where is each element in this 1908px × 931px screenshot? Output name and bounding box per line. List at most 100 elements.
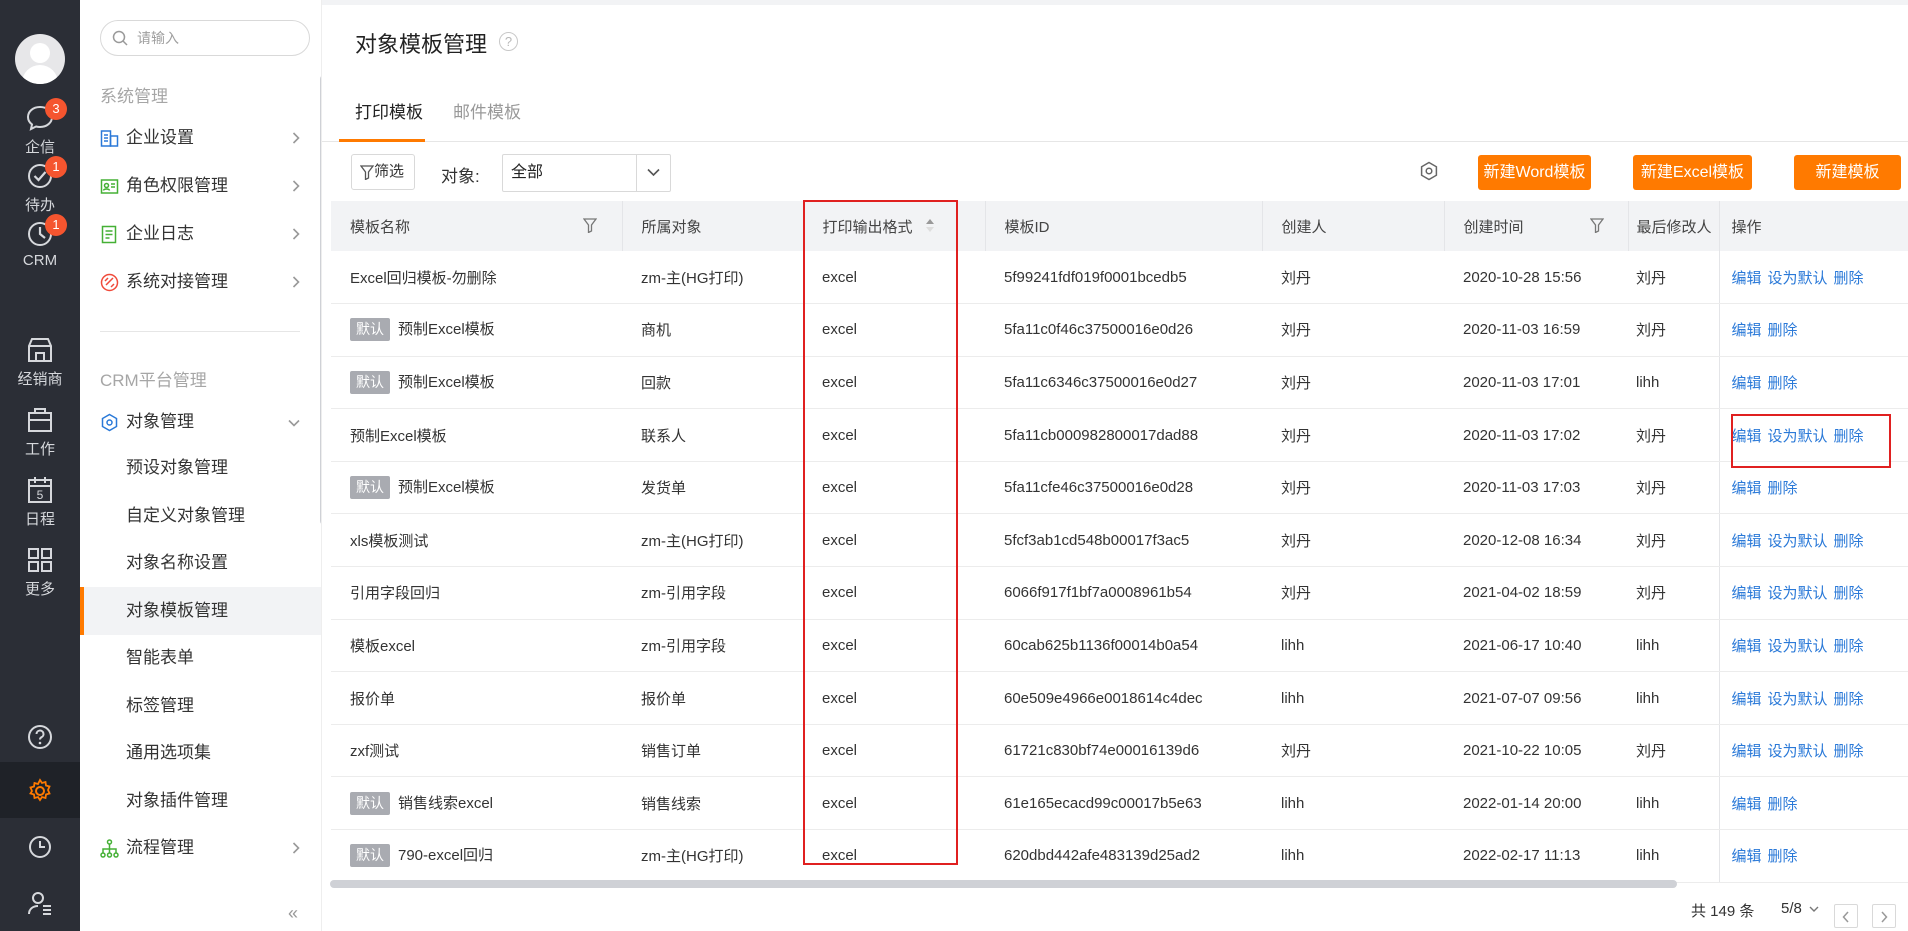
rail-item-todo[interactable]: 1 待办: [0, 156, 80, 224]
filter-icon[interactable]: [583, 218, 597, 233]
nav-item-object-management[interactable]: 对象管理: [100, 410, 300, 434]
table-row[interactable]: 默认 预制Excel模板 商机 excel 5fa11c0f46c37500016e0d…: [331, 303, 1908, 357]
nav-item-flow-management[interactable]: 流程管理: [100, 836, 300, 860]
edit-link[interactable]: 编辑: [1732, 743, 1762, 760]
collapse-nav-button[interactable]: «: [288, 903, 298, 924]
next-page-button[interactable]: [1872, 904, 1896, 928]
table-row[interactable]: 模板excel zm-引用字段 excel 60cab625b1136f00014b0…: [331, 619, 1908, 673]
rail-item-more[interactable]: 更多: [0, 546, 80, 608]
nav-search-input[interactable]: 请输入: [100, 20, 310, 56]
rail-item-work[interactable]: 工作: [0, 406, 80, 468]
set-default-link[interactable]: 设为默认: [1768, 638, 1828, 655]
cell-object: 联系人: [622, 408, 803, 462]
cell-created-time: 2020-10-28 15:56: [1444, 251, 1628, 305]
table-row[interactable]: zxf测试 销售订单 excel 61721c830bf74e00016139d6 刘丹…: [331, 724, 1908, 778]
table-row[interactable]: xls模板测试 zm-主(HG打印) excel 5fcf3ab1cd548b0001…: [331, 513, 1908, 568]
nav-item-enterprise-log[interactable]: 企业日志: [100, 222, 300, 246]
table-row[interactable]: 默认 销售线索excel 销售线索 excel 61e165ecacd99c00017b…: [331, 776, 1908, 831]
edit-link[interactable]: 编辑: [1732, 322, 1762, 339]
delete-link[interactable]: 删除: [1768, 480, 1798, 497]
table-row[interactable]: 引用字段回归 zm-引用字段 excel 6066f917f1bf7a0008961b…: [331, 566, 1908, 620]
edit-link[interactable]: 编辑: [1732, 270, 1762, 287]
edit-link[interactable]: 编辑: [1732, 375, 1762, 392]
nav-sub-tags[interactable]: 标签管理: [80, 682, 321, 730]
cell-creator: 刘丹: [1262, 408, 1444, 462]
horizontal-scrollbar[interactable]: [330, 880, 1677, 888]
column-settings-icon[interactable]: [1419, 161, 1439, 181]
template-name: 模板excel: [350, 637, 416, 655]
nav-item-enterprise-settings[interactable]: 企业设置: [100, 126, 300, 150]
delete-link[interactable]: 删除: [1768, 796, 1798, 813]
cell-actions: 编辑 设为默认 删除: [1718, 566, 1908, 620]
default-tag: 默认: [350, 476, 390, 500]
help-button[interactable]: [0, 708, 80, 764]
edit-link[interactable]: 编辑: [1732, 691, 1762, 708]
previous-page-button[interactable]: [1834, 904, 1858, 928]
set-default-link[interactable]: 设为默认: [1768, 270, 1828, 287]
delete-link[interactable]: 删除: [1768, 375, 1798, 392]
edit-link[interactable]: 编辑: [1732, 480, 1762, 497]
tab-print-templates[interactable]: 打印模板: [355, 98, 423, 123]
rail-item-chat[interactable]: 3 企信: [0, 98, 80, 166]
new-template-button[interactable]: 新建模板: [1794, 155, 1901, 190]
edit-link[interactable]: 编辑: [1732, 585, 1762, 602]
nav-item-role-permissions[interactable]: 角色权限管理: [100, 174, 300, 198]
column-header-actions: 操作: [1718, 201, 1908, 251]
nav-sub-preset-objects[interactable]: 预设对象管理: [80, 444, 321, 492]
nav-sub-object-plugins[interactable]: 对象插件管理: [80, 777, 321, 825]
delete-link[interactable]: 删除: [1834, 270, 1864, 287]
cell-created-time: 2022-02-17 11:13: [1444, 829, 1628, 883]
nav-sub-object-names[interactable]: 对象名称设置: [80, 539, 321, 587]
nav-sub-smart-forms[interactable]: 智能表单: [80, 634, 321, 682]
table-header: 模板名称 所属对象 打印输出格式 模板ID 创建人 创建时间 最后修改人 操作: [331, 201, 1908, 251]
table-row[interactable]: 预制Excel模板 联系人 excel 5fa11cb000982800017dad8…: [331, 408, 1908, 462]
set-default-link[interactable]: 设为默认: [1768, 743, 1828, 760]
edit-link[interactable]: 编辑: [1732, 638, 1762, 655]
table-row[interactable]: Excel回归模板-勿删除 zm-主(HG打印) excel 5f99241fdf01…: [331, 251, 1908, 305]
nav-item-system-integration[interactable]: 系统对接管理: [100, 270, 300, 294]
delete-link[interactable]: 删除: [1768, 848, 1798, 865]
user-settings-button[interactable]: [0, 874, 80, 930]
table-row[interactable]: 报价单 报价单 excel 60e509e4966e0018614c4dec lihh 2…: [331, 671, 1908, 725]
delete-link[interactable]: 删除: [1834, 533, 1864, 550]
delete-link[interactable]: 删除: [1834, 638, 1864, 655]
history-button[interactable]: [0, 818, 80, 874]
filter-icon[interactable]: [1589, 218, 1604, 233]
cell-last-modifier: 刘丹: [1628, 303, 1719, 357]
rail-item-calendar[interactable]: 5 日程: [0, 476, 80, 538]
search-placeholder: 请输入: [137, 30, 179, 46]
cell-object: 回款: [622, 356, 803, 410]
new-word-template-button[interactable]: 新建Word模板: [1478, 155, 1591, 190]
delete-link[interactable]: 删除: [1834, 691, 1864, 708]
edit-link[interactable]: 编辑: [1732, 533, 1762, 550]
pagination-page-select[interactable]: 5/8: [1781, 900, 1819, 917]
unread-badge: 3: [45, 98, 67, 120]
help-icon[interactable]: ?: [499, 32, 518, 51]
nav-sub-object-templates[interactable]: 对象模板管理: [80, 587, 321, 635]
rail-item-crm[interactable]: 1 CRM: [0, 214, 80, 282]
avatar[interactable]: [15, 34, 65, 84]
filter-button[interactable]: 筛选: [351, 154, 415, 190]
set-default-link[interactable]: 设为默认: [1768, 691, 1828, 708]
new-excel-template-button[interactable]: 新建Excel模板: [1633, 155, 1752, 190]
table-row[interactable]: 默认 790-excel回归 zm-主(HG打印) excel 620dbd442afe…: [331, 829, 1908, 883]
rail-item-dealer[interactable]: 经销商: [0, 336, 80, 398]
set-default-link[interactable]: 设为默认: [1768, 533, 1828, 550]
edit-link[interactable]: 编辑: [1732, 848, 1762, 865]
delete-link[interactable]: 删除: [1834, 743, 1864, 760]
set-default-link[interactable]: 设为默认: [1768, 585, 1828, 602]
table-row[interactable]: 默认 预制Excel模板 发货单 excel 5fa11cfe46c37500016e0…: [331, 461, 1908, 515]
cell-template-id: 5fa11cfe46c37500016e0d28: [985, 461, 1262, 515]
cell-object: zm-引用字段: [622, 566, 803, 620]
tab-email-templates[interactable]: 邮件模板: [453, 98, 521, 123]
main-content: 对象模板管理 ? 打印模板 邮件模板 筛选 对象: 全部 新建Word模板 新建…: [321, 0, 1908, 931]
object-select[interactable]: 全部: [502, 154, 671, 192]
nav-sub-custom-objects[interactable]: 自定义对象管理: [80, 492, 321, 540]
delete-link[interactable]: 删除: [1768, 322, 1798, 339]
cell-template-id: 60cab625b1136f00014b0a54: [985, 619, 1262, 673]
edit-link[interactable]: 编辑: [1732, 796, 1762, 813]
nav-sub-option-sets[interactable]: 通用选项集: [80, 729, 321, 777]
settings-button[interactable]: [0, 762, 80, 818]
delete-link[interactable]: 删除: [1834, 585, 1864, 602]
table-row[interactable]: 默认 预制Excel模板 回款 excel 5fa11c6346c37500016e0d…: [331, 356, 1908, 410]
